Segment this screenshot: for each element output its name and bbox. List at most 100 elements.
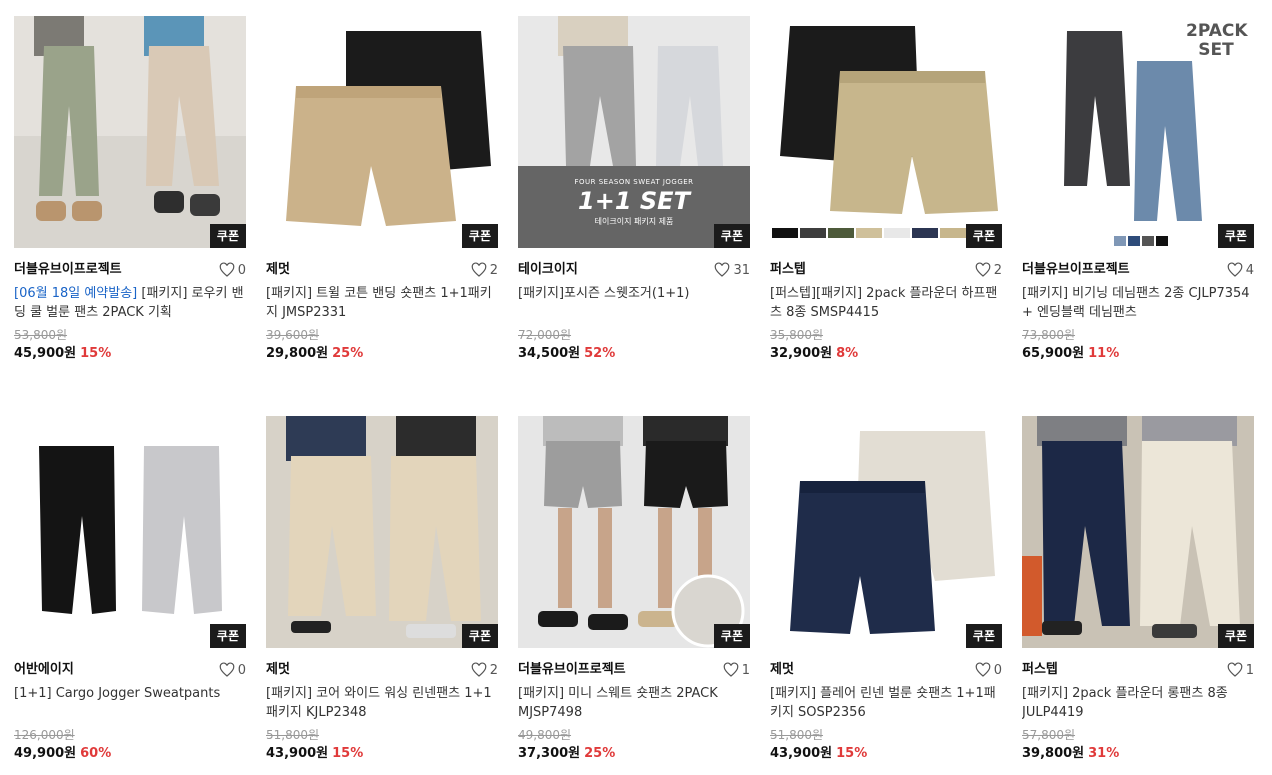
pack-set-overlay: 2PACK SET bbox=[1186, 21, 1248, 60]
original-price: 57,800원 bbox=[1022, 728, 1076, 742]
discount-rate: 60% bbox=[80, 746, 112, 761]
product-card[interactable]: 쿠폰 더블유브이프로젝트 1 [패키지] 미니 스웨트 숏팬츠 2PACK MJ… bbox=[518, 416, 750, 764]
discount-rate: 31% bbox=[1088, 746, 1120, 761]
product-title[interactable]: [06월 18일 예약발송] [패키지] 로우키 밴딩 쿨 벌룬 팬츠 2PAC… bbox=[14, 284, 246, 322]
product-image[interactable]: 쿠폰 bbox=[14, 416, 246, 648]
like-button[interactable]: 2 bbox=[975, 260, 1002, 280]
product-image[interactable]: 쿠폰 bbox=[770, 416, 1002, 648]
like-button[interactable]: 4 bbox=[1227, 260, 1254, 280]
product-card[interactable]: 쿠폰 제멋 2 [패키지] 코어 와이드 워싱 린넨팬츠 1+1패키지 KJLP… bbox=[266, 416, 498, 764]
heart-icon bbox=[471, 662, 487, 677]
product-image[interactable]: 쿠폰 bbox=[14, 16, 246, 248]
product-image[interactable]: 2PACK SET 쿠폰 bbox=[1022, 16, 1254, 248]
sale-price: 45,900원 bbox=[14, 346, 77, 361]
product-photo bbox=[1022, 416, 1254, 648]
coupon-badge: 쿠폰 bbox=[713, 624, 750, 648]
product-card[interactable]: 쿠폰 제멋 2 [패키지] 트윌 코튼 밴딩 숏팬츠 1+1패키지 JMSP23… bbox=[266, 16, 498, 364]
brand-name[interactable]: 더블유브이프로젝트 bbox=[14, 260, 246, 280]
heart-icon bbox=[975, 262, 991, 277]
product-title[interactable]: [패키지] 2pack 플라운더 롱팬츠 8종 JULP4419 bbox=[1022, 684, 1254, 722]
original-price: 73,800원 bbox=[1022, 328, 1076, 342]
like-count: 0 bbox=[993, 662, 1002, 678]
product-photo bbox=[266, 16, 498, 248]
like-button[interactable]: 0 bbox=[975, 660, 1002, 680]
sale-price: 65,900원 bbox=[1022, 346, 1085, 361]
sale-price: 43,900원 bbox=[266, 746, 329, 761]
product-card[interactable]: 쿠폰 더블유브이프로젝트 0 [06월 18일 예약발송] [패키지] 로우키 … bbox=[14, 16, 246, 364]
coupon-badge: 쿠폰 bbox=[209, 624, 246, 648]
like-button[interactable]: 31 bbox=[714, 260, 750, 280]
product-image[interactable]: 쿠폰 bbox=[266, 416, 498, 648]
original-price: 35,800원 bbox=[770, 328, 824, 342]
like-count: 4 bbox=[1245, 262, 1254, 278]
sale-price: 32,900원 bbox=[770, 346, 833, 361]
product-title[interactable]: [패키지] 코어 와이드 워싱 린넨팬츠 1+1패키지 KJLP2348 bbox=[266, 684, 498, 722]
heart-icon bbox=[219, 662, 235, 677]
like-button[interactable]: 2 bbox=[471, 660, 498, 680]
like-count: 0 bbox=[237, 262, 246, 278]
heart-icon bbox=[1227, 662, 1243, 677]
coupon-badge: 쿠폰 bbox=[461, 624, 498, 648]
brand-name[interactable]: 더블유브이프로젝트 bbox=[518, 660, 750, 680]
discount-rate: 8% bbox=[836, 346, 859, 361]
coupon-badge: 쿠폰 bbox=[965, 624, 1002, 648]
product-photo bbox=[770, 416, 1002, 648]
original-price: 39,600원 bbox=[266, 328, 320, 342]
product-image[interactable]: 쿠폰 bbox=[770, 16, 1002, 248]
product-photo bbox=[14, 16, 246, 248]
brand-name[interactable]: 퍼스텝 bbox=[770, 260, 1002, 280]
brand-name[interactable]: 어반에이지 bbox=[14, 660, 246, 680]
sale-price: 49,900원 bbox=[14, 746, 77, 761]
heart-icon bbox=[471, 262, 487, 277]
like-button[interactable]: 2 bbox=[471, 260, 498, 280]
brand-name[interactable]: 제멋 bbox=[266, 660, 498, 680]
like-count: 2 bbox=[489, 262, 498, 278]
shipping-tag: [06월 18일 예약발송] bbox=[14, 286, 138, 301]
like-count: 1 bbox=[1245, 662, 1254, 678]
product-title[interactable]: [패키지] 미니 스웨트 숏팬츠 2PACK MJSP7498 bbox=[518, 684, 750, 722]
sale-price: 39,800원 bbox=[1022, 746, 1085, 761]
original-price: 72,000원 bbox=[518, 328, 572, 342]
like-button[interactable]: 1 bbox=[723, 660, 750, 680]
original-price: 126,000원 bbox=[14, 728, 75, 742]
sale-price: 29,800원 bbox=[266, 346, 329, 361]
like-count: 2 bbox=[993, 262, 1002, 278]
brand-name[interactable]: 제멋 bbox=[266, 260, 498, 280]
discount-rate: 25% bbox=[332, 346, 364, 361]
product-card[interactable]: 2PACK SET 쿠폰 더블유브이프로젝트 4 [패키지] 비기닝 데님팬츠 … bbox=[1022, 16, 1254, 364]
coupon-badge: 쿠폰 bbox=[461, 224, 498, 248]
heart-icon bbox=[1227, 262, 1243, 277]
like-count: 1 bbox=[741, 662, 750, 678]
product-image[interactable]: 쿠폰 bbox=[1022, 416, 1254, 648]
product-image[interactable]: FOUR SEASON SWEAT JOGGER 1+1 SET 테이크이지 패… bbox=[518, 16, 750, 248]
original-price: 53,800원 bbox=[14, 328, 68, 342]
like-button[interactable]: 0 bbox=[219, 260, 246, 280]
product-title[interactable]: [패키지] 트윌 코튼 밴딩 숏팬츠 1+1패키지 JMSP2331 bbox=[266, 284, 498, 322]
heart-icon bbox=[219, 262, 235, 277]
brand-name[interactable]: 퍼스텝 bbox=[1022, 660, 1254, 680]
original-price: 51,800원 bbox=[770, 728, 824, 742]
heart-icon bbox=[715, 262, 730, 277]
product-title[interactable]: [패키지] 비기닝 데님팬츠 2종 CJLP7354 + 엔딩블랙 데님팬츠 bbox=[1022, 284, 1254, 322]
heart-icon bbox=[723, 662, 739, 677]
sale-price: 43,900원 bbox=[770, 746, 833, 761]
like-count: 2 bbox=[489, 662, 498, 678]
like-button[interactable]: 0 bbox=[219, 660, 246, 680]
product-card[interactable]: FOUR SEASON SWEAT JOGGER 1+1 SET 테이크이지 패… bbox=[518, 16, 750, 364]
product-card[interactable]: 쿠폰 제멋 0 [패키지] 플레어 린넨 벌룬 숏팬츠 1+1패키지 SOSP2… bbox=[770, 416, 1002, 764]
product-title[interactable]: [패키지] 플레어 린넨 벌룬 숏팬츠 1+1패키지 SOSP2356 bbox=[770, 684, 1002, 722]
product-title[interactable]: [퍼스텝][패키지] 2pack 플라운더 하프팬츠 8종 SMSP4415 bbox=[770, 284, 1002, 322]
product-card[interactable]: 쿠폰 퍼스텝 2 [퍼스텝][패키지] 2pack 플라운더 하프팬츠 8종 S… bbox=[770, 16, 1002, 364]
brand-name[interactable]: 더블유브이프로젝트 bbox=[1022, 260, 1254, 280]
like-button[interactable]: 1 bbox=[1227, 660, 1254, 680]
product-card[interactable]: 쿠폰 퍼스텝 1 [패키지] 2pack 플라운더 롱팬츠 8종 JULP441… bbox=[1022, 416, 1254, 764]
product-photo bbox=[14, 416, 246, 648]
product-image[interactable]: 쿠폰 bbox=[518, 416, 750, 648]
product-title[interactable]: [1+1] Cargo Jogger Sweatpants bbox=[14, 684, 246, 722]
coupon-badge: 쿠폰 bbox=[713, 224, 750, 248]
product-image[interactable]: 쿠폰 bbox=[266, 16, 498, 248]
product-title[interactable]: [패키지]포시즌 스웻조거(1+1) bbox=[518, 284, 750, 322]
product-card[interactable]: 쿠폰 어반에이지 0 [1+1] Cargo Jogger Sweatpants… bbox=[14, 416, 246, 764]
brand-name[interactable]: 제멋 bbox=[770, 660, 1002, 680]
sale-price: 37,300원 bbox=[518, 746, 581, 761]
